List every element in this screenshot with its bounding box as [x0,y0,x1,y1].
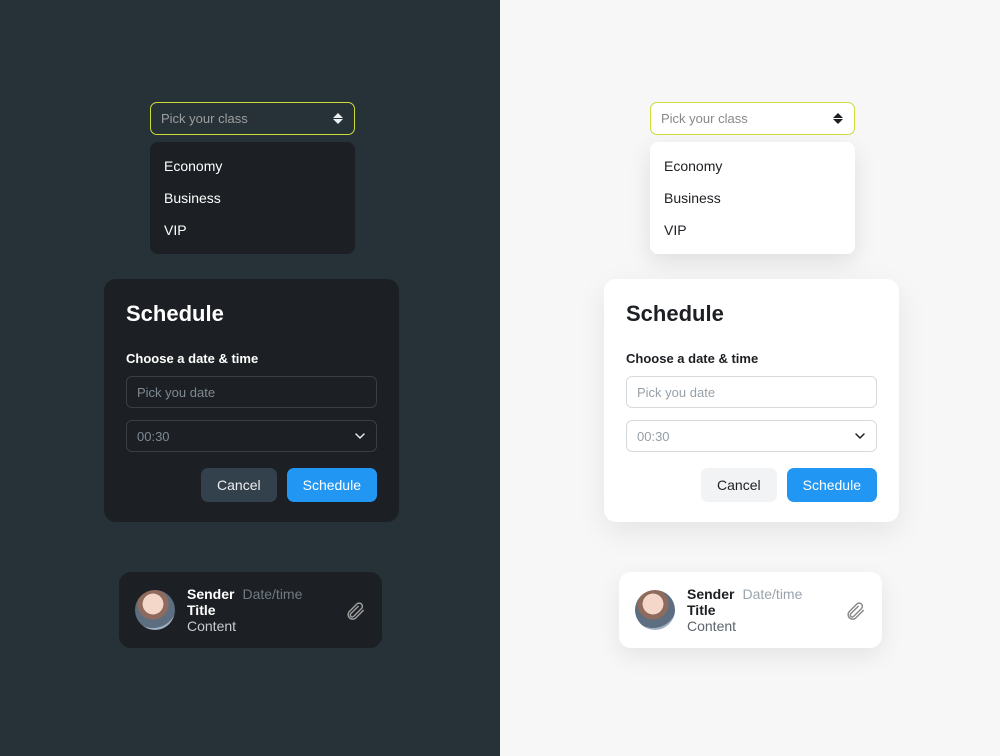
schedule-title: Schedule [126,301,377,327]
cancel-button[interactable]: Cancel [701,468,777,502]
message-meta: Sender Date/time Title Content [187,586,332,634]
date-input[interactable]: Pick you date [126,376,377,408]
time-select[interactable]: 00:30 [126,420,377,452]
chevron-down-icon [333,119,343,124]
dark-theme-panel: Pick your class Economy Business VIP Sch… [0,0,500,756]
stepper-icon [832,113,844,124]
time-select[interactable]: 00:30 [626,420,877,452]
schedule-card: Schedule Choose a date & time Pick you d… [104,279,399,522]
schedule-card: Schedule Choose a date & time Pick you d… [604,279,899,522]
chevron-down-icon [854,430,866,442]
schedule-button[interactable]: Schedule [287,468,377,502]
option-economy[interactable]: Economy [650,150,855,182]
chevron-down-icon [833,119,843,124]
schedule-buttons: Cancel Schedule [126,468,377,502]
message-sender: Sender [187,586,234,602]
message-datetime: Date/time [242,586,302,602]
schedule-title: Schedule [626,301,877,327]
attachment-icon [344,599,366,621]
chevron-down-icon [354,430,366,442]
message-sender: Sender [687,586,734,602]
option-vip[interactable]: VIP [150,214,355,246]
time-select-value: 00:30 [637,429,670,444]
schedule-subtitle: Choose a date & time [126,351,377,366]
stepper-icon [332,113,344,124]
message-meta: Sender Date/time Title Content [687,586,832,634]
message-item[interactable]: Sender Date/time Title Content [619,572,882,648]
message-title: Title [687,602,832,618]
option-business[interactable]: Business [650,182,855,214]
cancel-button[interactable]: Cancel [201,468,277,502]
message-content: Content [187,618,332,634]
light-theme-panel: Pick your class Economy Business VIP Sch… [500,0,1000,756]
class-picker-placeholder: Pick your class [661,111,748,126]
schedule-subtitle: Choose a date & time [626,351,877,366]
class-picker-placeholder: Pick your class [161,111,248,126]
message-content: Content [687,618,832,634]
class-picker[interactable]: Pick your class [150,102,355,135]
schedule-buttons: Cancel Schedule [626,468,877,502]
message-title: Title [187,602,332,618]
class-picker[interactable]: Pick your class [650,102,855,135]
option-business[interactable]: Business [150,182,355,214]
avatar [635,590,675,630]
message-datetime: Date/time [742,586,802,602]
chevron-up-icon [333,113,343,118]
chevron-up-icon [833,113,843,118]
class-options-dropdown: Economy Business VIP [150,142,355,254]
schedule-button[interactable]: Schedule [787,468,877,502]
attachment-icon [844,599,866,621]
date-input[interactable]: Pick you date [626,376,877,408]
message-item[interactable]: Sender Date/time Title Content [119,572,382,648]
option-vip[interactable]: VIP [650,214,855,246]
date-input-placeholder: Pick you date [137,385,215,400]
time-select-value: 00:30 [137,429,170,444]
class-options-dropdown: Economy Business VIP [650,142,855,254]
option-economy[interactable]: Economy [150,150,355,182]
avatar [135,590,175,630]
date-input-placeholder: Pick you date [637,385,715,400]
